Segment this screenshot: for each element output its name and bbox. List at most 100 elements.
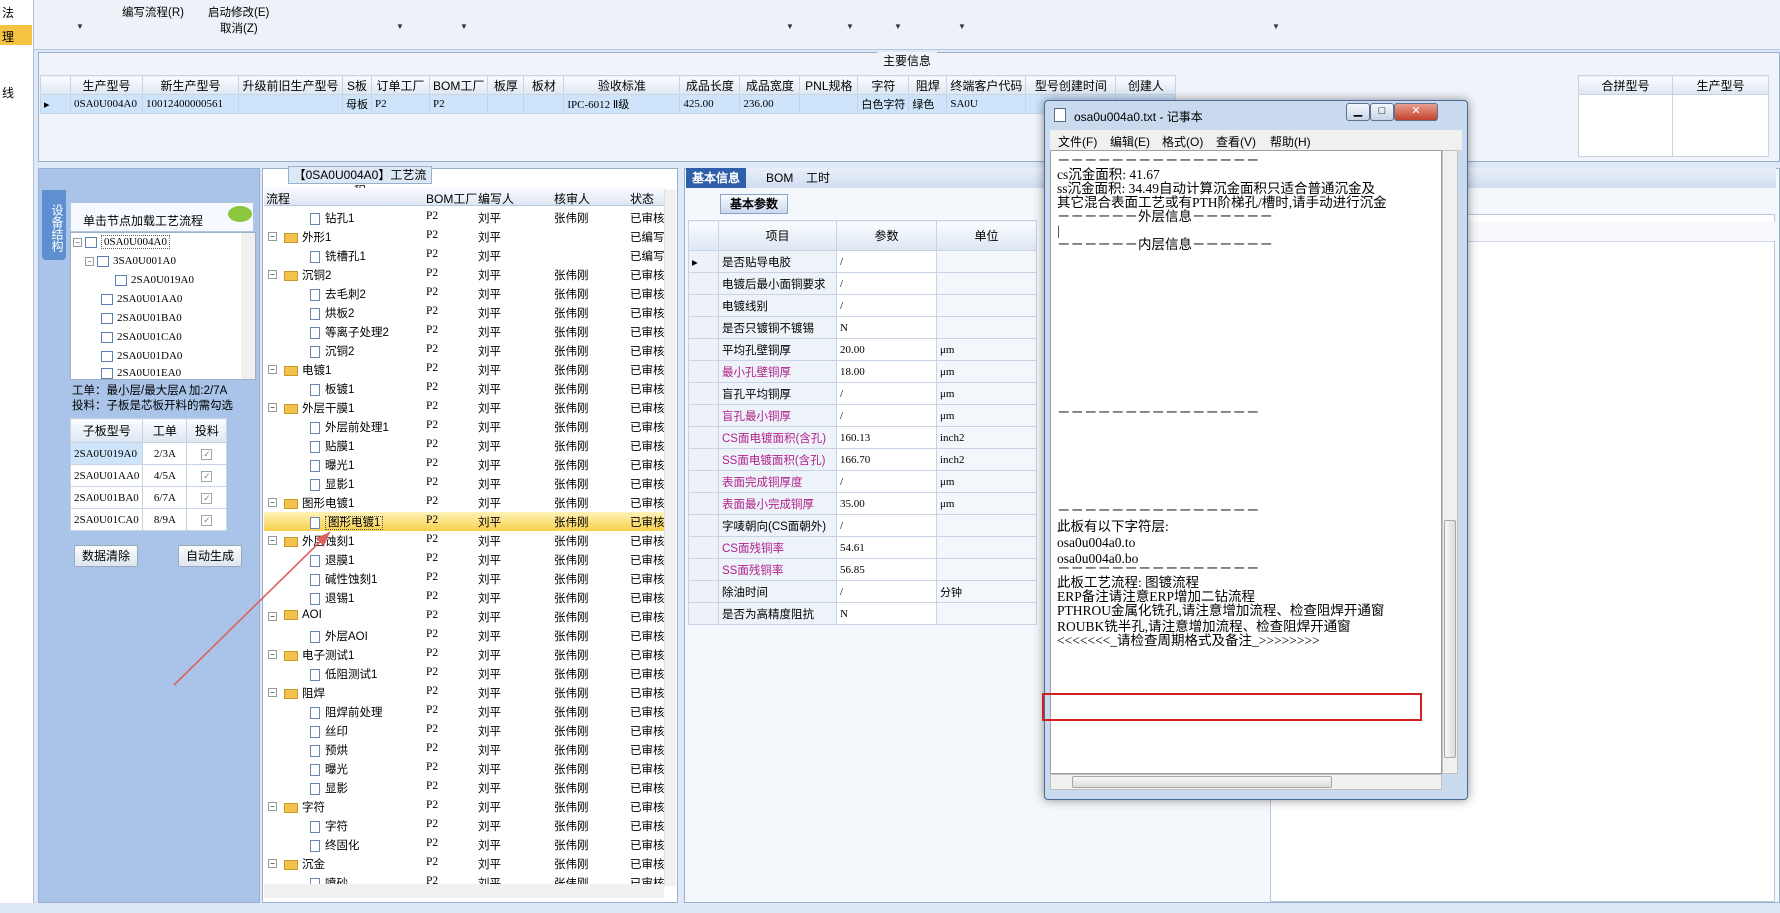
column-header[interactable]: 项目 [718, 220, 837, 251]
dropdown-arrow-icon[interactable]: ▼ [76, 22, 84, 31]
param-value[interactable]: 166.70 [836, 448, 937, 471]
tree-scrollbar[interactable] [241, 233, 255, 379]
column-header[interactable]: 创建人 [1115, 75, 1177, 95]
menu-view[interactable]: 查看(V) [1216, 133, 1256, 150]
column-header[interactable]: 子板型号 [69, 418, 144, 443]
flow-row[interactable]: 等离子处理2 P2 刘平 张伟刚 已审核 [264, 322, 665, 341]
collapse-icon[interactable]: − [268, 498, 277, 507]
column-header[interactable]: 编写人 [478, 190, 514, 207]
column-header[interactable]: 单位 [936, 220, 1037, 251]
table-cell[interactable]: 2/3A [142, 442, 188, 465]
column-header[interactable]: 字符 [857, 75, 910, 95]
flow-row[interactable]: 沉金 − P2 刘平 张伟刚 已审核 [264, 854, 665, 873]
param-value[interactable]: / [836, 514, 937, 537]
param-value[interactable]: N [836, 316, 937, 339]
table-cell[interactable]: IPC-6012 Ⅱ级 [563, 94, 681, 114]
table-cell[interactable]: 2SA0U01AA0 [69, 464, 144, 487]
tree-node[interactable]: 2SA0U01DA0 [101, 350, 182, 362]
flow-step[interactable]: 预烘 [310, 742, 348, 758]
column-header[interactable]: 工单 [142, 418, 188, 443]
minimize-icon[interactable]: ▁ [1346, 103, 1370, 121]
column-header[interactable]: S板 [342, 75, 372, 95]
flow-row[interactable]: 丝印 P2 刘平 张伟刚 已审核 [264, 721, 665, 740]
column-header[interactable]: 终端客户代码 [946, 75, 1027, 95]
table-cell[interactable]: 白色字符 [857, 94, 910, 114]
flow-step[interactable]: 等离子处理2 [310, 324, 389, 340]
column-header[interactable]: 生产型号 [1672, 75, 1769, 95]
dropdown-arrow-icon[interactable]: ▼ [460, 22, 468, 31]
table-row[interactable]: 盲孔平均铜厚 / μm [688, 382, 1037, 405]
column-header[interactable]: 流程 [266, 190, 290, 207]
column-header[interactable]: BOM工厂 [428, 75, 489, 95]
table-row[interactable]: 表面最小完成铜厚 35.00 μm [688, 492, 1037, 515]
table-cell[interactable]: 2SA0U01CA0 [69, 508, 144, 531]
table-cell[interactable]: 绿色 [908, 94, 948, 114]
table-row[interactable]: 2SA0U01BA0 6/7A ✓ [69, 486, 228, 509]
param-value[interactable]: / [836, 294, 937, 317]
flow-step[interactable]: 去毛刺2 [310, 286, 366, 302]
table-cell[interactable]: SA0U [946, 94, 1027, 114]
table-row[interactable]: 盲孔最小铜厚 / μm [688, 404, 1037, 427]
dropdown-arrow-icon[interactable]: ▼ [786, 22, 794, 31]
column-header[interactable]: 参数 [836, 220, 937, 251]
vertical-tab[interactable]: 设备结构 [42, 190, 66, 260]
flow-row[interactable]: 板镀1 P2 刘平 张伟刚 已审核 [264, 379, 665, 398]
flow-vertical-scrollbar[interactable] [664, 190, 676, 886]
param-value[interactable]: 56.85 [836, 558, 937, 581]
column-header[interactable]: BOM工厂 [426, 190, 477, 207]
column-header[interactable]: 核审人 [554, 190, 590, 207]
column-header[interactable]: 升级前旧生产型号 [238, 75, 343, 95]
column-header[interactable]: 合拼型号 [1578, 75, 1673, 95]
dropdown-arrow-icon[interactable]: ▼ [846, 22, 854, 31]
flow-step[interactable]: 沉金 [284, 856, 325, 872]
flow-row[interactable]: 外形1 − P2 刘平 已编写 [264, 227, 665, 246]
flow-step[interactable]: 铣槽孔1 [310, 248, 366, 264]
table-row[interactable]: 平均孔壁铜厚 20.00 μm [688, 338, 1037, 361]
flow-row[interactable]: 预烘 P2 刘平 张伟刚 已审核 [264, 740, 665, 759]
column-header[interactable]: 成品长度 [679, 75, 741, 95]
flow-step[interactable]: 板镀1 [310, 381, 354, 397]
menu-format[interactable]: 格式(O) [1162, 133, 1203, 150]
column-header[interactable]: 板厚 [487, 75, 525, 95]
flow-step[interactable]: 曝光1 [310, 457, 354, 473]
checkbox[interactable]: ✓ [201, 470, 213, 482]
table-row[interactable]: 是否只镀铜不镀锡 N [688, 316, 1037, 339]
collapse-icon[interactable]: − [268, 403, 277, 412]
clear-data-button[interactable]: 数据清除 [74, 545, 138, 567]
flow-step[interactable]: 图形电镀1 [284, 495, 354, 511]
collapse-icon[interactable]: − [268, 802, 277, 811]
flow-step[interactable]: 钻孔1 [310, 210, 354, 226]
tree-node[interactable]: 2SA0U01AA0 [101, 293, 182, 305]
param-value[interactable]: / [836, 382, 937, 405]
column-header[interactable]: 状态 [630, 190, 654, 207]
tree-node[interactable]: 2SA0U019A0 [115, 274, 194, 286]
tab-work-hours[interactable]: 工时 [800, 168, 836, 188]
param-value[interactable]: 35.00 [836, 492, 937, 515]
table-cell[interactable]: 2SA0U019A0 [69, 442, 144, 465]
left-nav-item[interactable]: 法 [2, 4, 14, 21]
flow-row[interactable]: 外层干膜1 − P2 刘平 张伟刚 已审核 [264, 398, 665, 417]
table-row[interactable]: SS面残铜率 56.85 [688, 558, 1037, 581]
flow-row[interactable]: 钻孔1 P2 刘平 张伟刚 已审核 [264, 208, 665, 227]
table-cell[interactable]: 2SA0U01BA0 [69, 486, 144, 509]
table-row[interactable]: 电镀后最小面铜要求 / [688, 272, 1037, 295]
table-cell[interactable] [487, 94, 525, 114]
tab-basic-info[interactable]: 基本信息 [686, 168, 747, 188]
collapse-icon[interactable]: − [268, 232, 277, 241]
param-value[interactable]: 18.00 [836, 360, 937, 383]
table-row[interactable]: ▸ 0SA0U004A0 10012400000561 母板 P2 P2 IPC… [40, 94, 1177, 114]
collapse-icon[interactable]: − [73, 237, 82, 247]
flow-step[interactable]: 外层干膜1 [284, 400, 354, 416]
table-cell[interactable]: 母板 [342, 94, 372, 114]
maximize-icon[interactable]: □ [1370, 103, 1394, 121]
flow-row[interactable]: 烘板2 P2 刘平 张伟刚 已审核 [264, 303, 665, 322]
param-value[interactable]: / [836, 470, 937, 493]
table-row[interactable]: 2SA0U019A0 2/3A ✓ [69, 442, 228, 465]
dropdown-arrow-icon[interactable]: ▼ [894, 22, 902, 31]
collapse-icon[interactable]: − [268, 270, 277, 279]
menu-help[interactable]: 帮助(H) [1270, 133, 1311, 150]
flow-row[interactable]: 显影1 P2 刘平 张伟刚 已审核 [264, 474, 665, 493]
column-header[interactable]: 生产型号 [70, 75, 143, 95]
tree-node[interactable]: − 0SA0U004A0 [73, 235, 170, 249]
subtab-basic-params[interactable]: 基本参数 [720, 194, 788, 214]
